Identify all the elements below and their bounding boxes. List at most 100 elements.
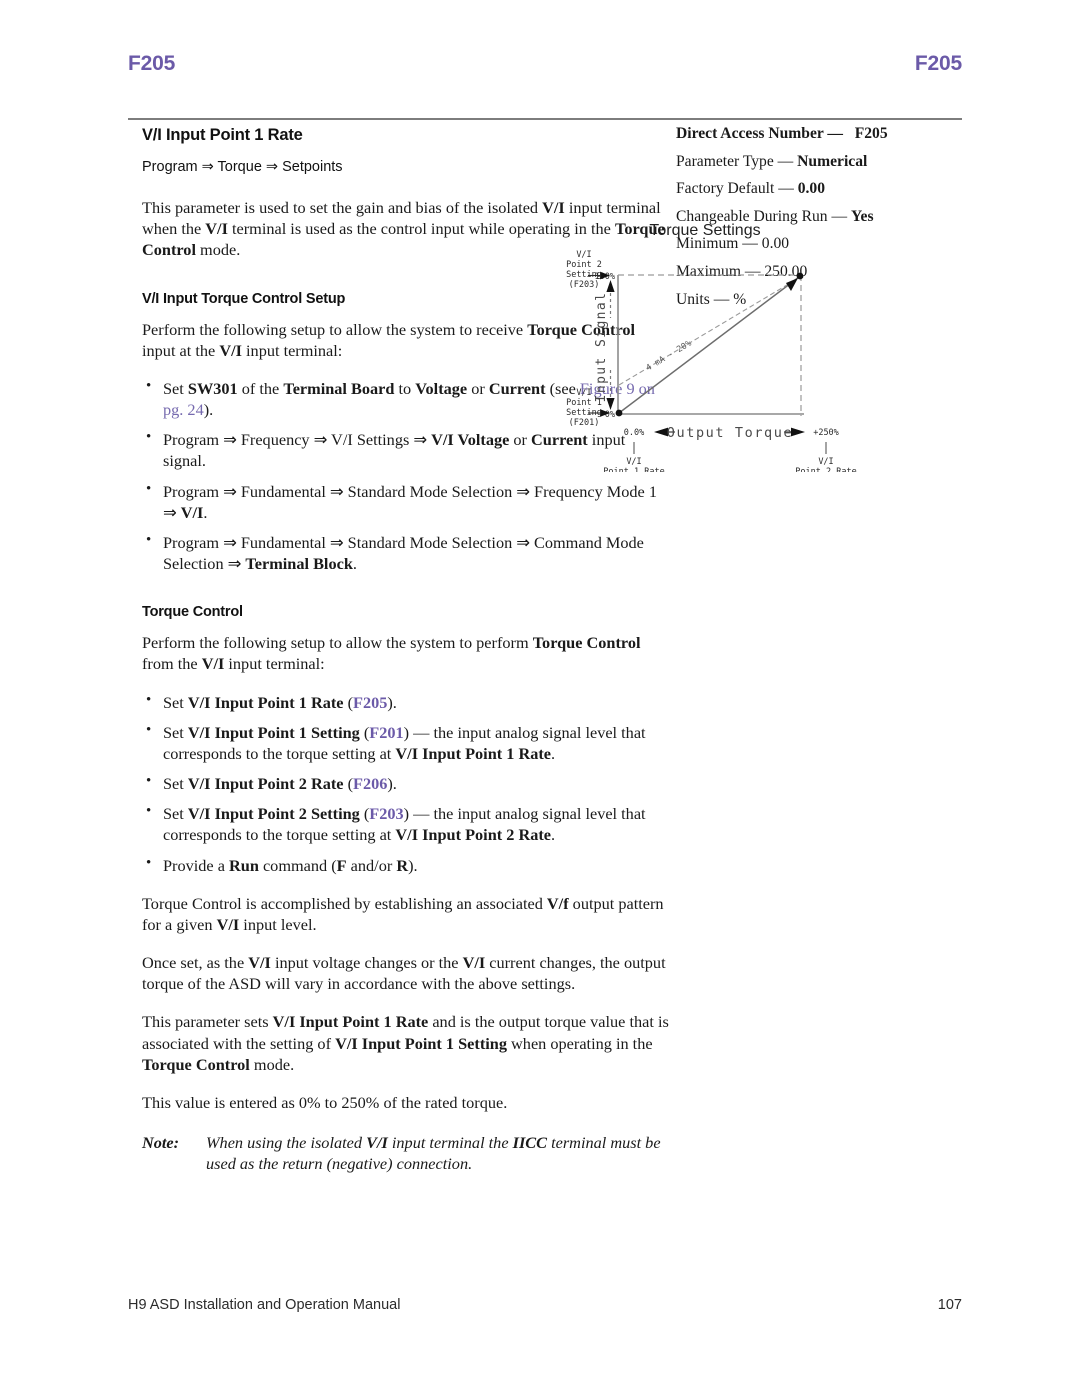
para-bold: V/I Input Point 1 Setting [335,1033,507,1053]
bullet-text: Set [163,774,188,794]
para-bold: V/I [462,953,486,973]
bullet-bold: Run [229,855,259,875]
bullet-text: Provide a [163,855,230,875]
figure-title: Torque Settings [649,222,761,239]
closing-paragraph-3: This parameter sets V/I Input Point 1 Ra… [142,1011,669,1075]
bullet-bold: V/I Input Point 1 Setting [187,722,360,742]
intro-bold-2: V/I [205,219,228,239]
chart-callout-point2-setting-line4: (F203) [569,280,600,290]
bullet-text: command ( [258,855,337,875]
bullet-bold: V/I Input Point 1 Rate [187,692,344,712]
setup-intro-text-1: Perform the following setup to allow the… [142,319,528,339]
chart-diagonal-annotation: 4 mA - 20% [644,339,693,374]
bullet-text: ). [408,855,418,875]
bullet-bold: F [336,855,347,875]
note-text: When using the isolated V/I input termin… [206,1132,669,1174]
para-text: input voltage changes or the [270,953,463,973]
footer-manual-title: H9 ASD Installation and Operation Manual [128,1297,401,1313]
bullet-bold: SW301 [187,378,238,398]
chart-callout-point2-rate-line1: V/I [818,457,833,467]
spec-value: 0.00 [797,180,825,198]
menu-path: Program ⇒ Torque ⇒ Setpoints [142,159,343,175]
chart-callout-point1-rate-line1: V/I [626,457,641,467]
bullet-text: . [352,554,357,574]
intro-bold-1: V/I [542,198,565,217]
bullet-bold: Voltage [415,378,468,398]
bullet-text: ( [343,774,353,794]
spec-label: Direct Access Number — [676,125,844,142]
bullet-text: and/or [346,855,397,875]
torque-intro-text: input terminal: [224,654,325,674]
bullet-text: Program ⇒ Fundamental ⇒ Standard Mode Se… [163,532,644,574]
bullet-bold: R [396,855,409,875]
chart-point-2-marker [796,272,804,280]
note-text-2: input terminal the [387,1133,513,1153]
chart-callout-point1-setting-line4: (F201) [569,418,600,428]
para-bold: Torque Control [142,1054,250,1074]
bullet-text: Program ⇒ Frequency ⇒ V/I Settings ⇒ [163,430,432,450]
para-bold: V/I [248,953,271,973]
note-block: Note: When using the isolated V/I input … [142,1132,669,1174]
bullet-text: ). [387,774,397,794]
bullet-bold: Current [488,378,546,398]
bullet-text: Set [163,804,188,824]
para-bold: V/f [546,893,569,913]
list-item: Program ⇒ Fundamental ⇒ Standard Mode Se… [142,531,669,574]
closing-paragraph-1: Torque Control is accomplished by establ… [142,893,669,935]
list-item: Set V/I Input Point 2 Setting (F203) — t… [142,802,669,845]
spec-value: F205 [854,125,888,142]
bullet-text: Set [163,378,188,398]
bullet-bold: V/I Input Point 2 Rate [187,774,344,794]
bullet-text: to [394,378,416,398]
chart-callout-point1-rate-line2: Point 1 Rate [603,467,664,472]
setup-intro-text-3: input terminal: [241,340,343,360]
bullet-bold: V/I [180,502,204,522]
list-item: Set V/I Input Point 1 Rate (F205). [142,691,669,713]
chart-callout-point2-setting-line1: V/I [576,250,591,260]
para-bold: V/I Input Point 1 Rate [272,1012,429,1032]
bullet-bold: Terminal Block [245,554,353,574]
setup-intro-bold-2: V/I [219,340,242,360]
bullet-text: or [467,378,489,398]
bullet-bold: V/I Voltage [431,430,510,450]
closing-paragraph-2: Once set, as the V/I input voltage chang… [142,952,669,994]
para-text: This parameter sets [142,1012,273,1032]
bullet-text: ( [343,692,353,712]
spec-value: Numerical [797,152,868,170]
para-bold: V/I [216,914,240,934]
torque-intro-text: Perform the following setup to allow the… [142,633,533,653]
parameter-link-f205[interactable]: F205 [353,693,387,712]
page-title: V/I Input Point 1 Rate [142,126,303,144]
bullet-bold: V/I Input Point 2 Rate [395,825,552,845]
chart-callout-point1-setting-line2: Point 1 [566,398,602,408]
chart-callout-point2-setting-line2: Point 2 [566,260,602,270]
bullet-text: of the [237,378,284,398]
chart-callout-point1-setting-line3: Setting [566,408,602,418]
spec-label: Parameter Type — [676,152,794,170]
torque-bullet-list: Set V/I Input Point 1 Rate (F205). Set V… [142,691,669,876]
chart-x-axis-label: Output Torque [667,425,793,441]
list-item: Set V/I Input Point 1 Setting (F201) — t… [142,721,669,764]
para-text: Torque Control is accomplished by establ… [142,893,547,913]
para-text: input level. [239,914,317,934]
parameter-link-f206[interactable]: F206 [353,774,387,793]
chart-line-arrowhead [786,278,798,291]
setup-intro-text-2: input at the [142,340,220,360]
torque-intro-text: from the [142,654,202,674]
bullet-bold: Terminal Board [283,378,395,398]
header-divider [128,118,962,120]
chart-x-right-arrow [791,427,805,437]
bullet-text: or [509,430,532,450]
bullet-text: Set [163,692,188,712]
torque-control-heading: Torque Control [142,604,243,621]
chart-x-tick-right: +250% [813,428,839,438]
parameter-link-f203[interactable]: F203 [369,804,403,823]
torque-intro-bold: V/I [201,654,225,674]
torque-settings-chart: Input Signal 100% 0% 4 mA - 20% 0.0% Out… [566,250,857,472]
chart-y-axis-label: Input Signal [594,292,609,403]
intro-text-1: This parameter is used to set the gain a… [142,198,543,217]
chart-x-tick-left: 0.0% [624,428,644,438]
running-head: F205 F205 [128,52,962,82]
parameter-link-f201[interactable]: F201 [369,723,403,742]
footer-page-number: 107 [937,1297,962,1313]
